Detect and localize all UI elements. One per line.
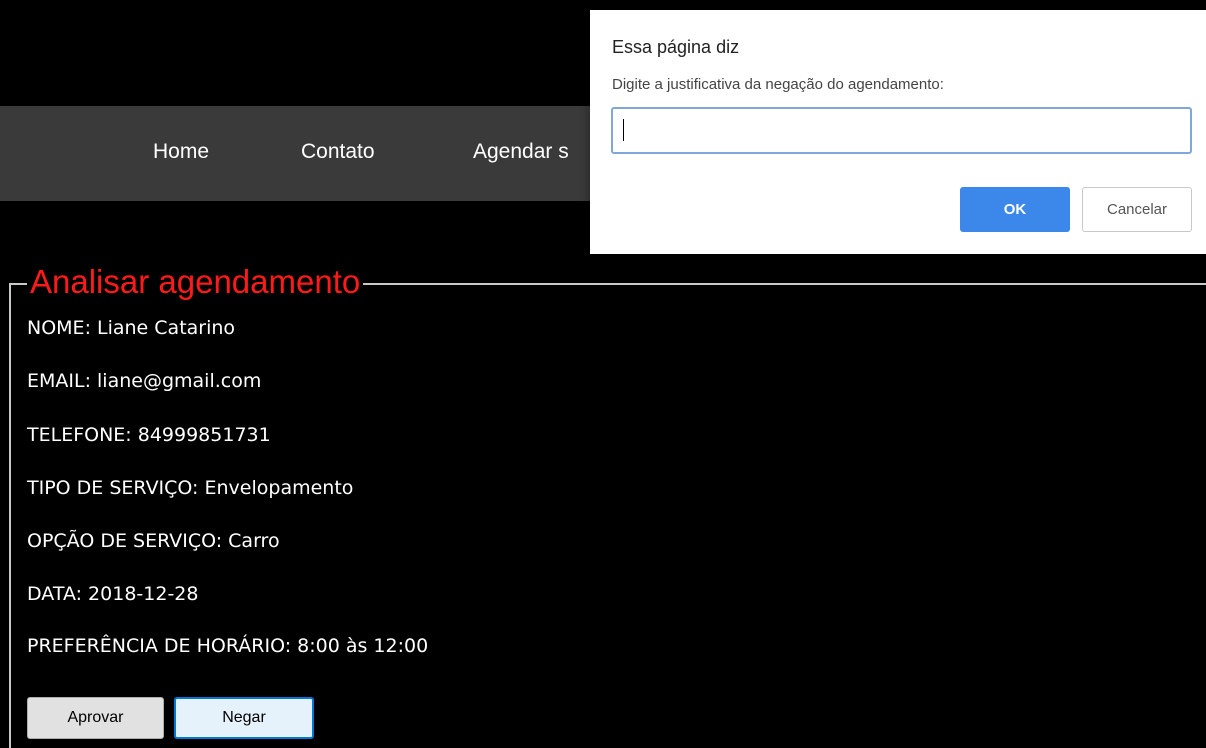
nav-item-contato[interactable]: Contato [301, 140, 375, 164]
nav-item-agendar[interactable]: Agendar s [473, 140, 569, 164]
cancel-button[interactable]: Cancelar [1082, 187, 1192, 232]
section-legend: Analisar agendamento [27, 262, 364, 302]
fieldset-border [9, 283, 1206, 748]
info-preferencia-horario: PREFERÊNCIA DE HORÁRIO: 8:00 às 12:00 [27, 635, 429, 657]
dialog-message: Digite a justificativa da negação do age… [612, 76, 944, 93]
dialog-title: Essa página diz [612, 37, 740, 57]
justification-input[interactable] [611, 107, 1192, 154]
info-tipo-servico: TIPO DE SERVIÇO: Envelopamento [27, 477, 354, 499]
info-nome: NOME: Liane Catarino [27, 317, 236, 339]
prompt-dialog: Essa página diz Digite a justificativa d… [590, 10, 1206, 254]
nav-item-home[interactable]: Home [153, 140, 209, 164]
info-telefone: TELEFONE: 84999851731 [27, 424, 271, 446]
page: Home Contato Agendar s Analisar agendame… [0, 0, 1206, 748]
ok-button[interactable]: OK [960, 187, 1070, 232]
info-email: EMAIL: liane@gmail.com [27, 370, 262, 392]
deny-button[interactable]: Negar [174, 697, 314, 739]
info-data: DATA: 2018-12-28 [27, 583, 199, 605]
text-caret [623, 119, 624, 141]
info-opcao-servico: OPÇÃO DE SERVIÇO: Carro [27, 530, 280, 552]
approve-button[interactable]: Aprovar [27, 697, 164, 739]
